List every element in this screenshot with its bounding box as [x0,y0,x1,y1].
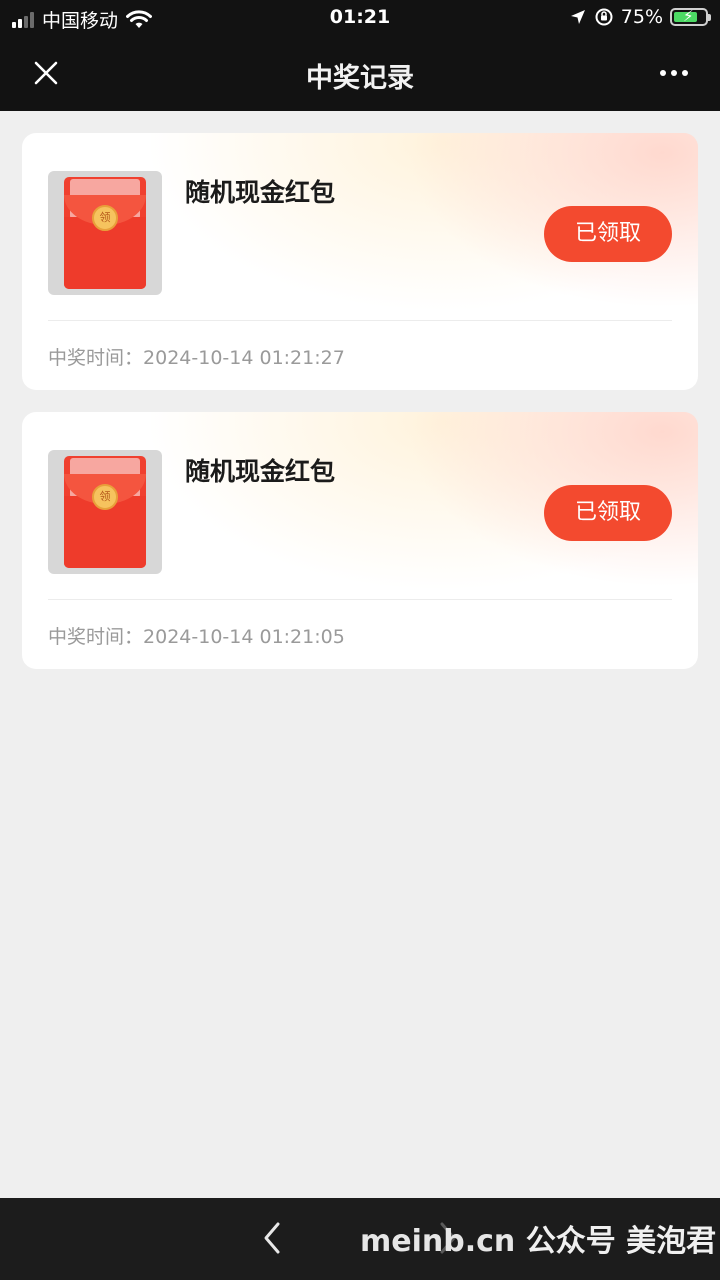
location-icon [570,10,585,24]
prize-time-value: 2024-10-14 01:21:05 [143,626,345,648]
prize-time-label: 中奖时间： [48,626,144,648]
prize-time: 中奖时间：2024-10-14 01:21:05 [48,622,345,649]
battery-icon: ⚡ [670,7,711,26]
red-envelope-icon: 领 [64,456,146,568]
prize-record-card: 领 随机现金红包 已领取 中奖时间：2024-10-14 01:21:27 [22,133,698,390]
bottom-toolbar: meinb.cn 公众号 美泡君 [0,1198,720,1280]
status-bar: 中国移动 01:21 75% ⚡ [0,0,720,36]
prize-record-list: 领 随机现金红包 已领取 中奖时间：2024-10-14 01:21:27 领 … [22,133,698,691]
chevron-left-icon [264,1222,280,1254]
divider [48,320,672,321]
watermark-text: 公众号 美泡君 [525,1224,717,1259]
watermark: meinb.cn 公众号 美泡君 [360,1216,716,1260]
prize-title: 随机现金红包 [185,457,336,486]
prize-time-label: 中奖时间： [48,347,144,369]
prize-time: 中奖时间：2024-10-14 01:21:27 [48,343,345,370]
nav-bar: 中奖记录 [0,36,720,111]
envelope-seal: 领 [92,205,118,231]
red-envelope-thumbnail: 领 [48,450,162,574]
claimed-button[interactable]: 已领取 [544,485,672,541]
page-title: 中奖记录 [306,63,414,94]
watermark-site: meinb.cn [360,1224,516,1259]
prize-record-card: 领 随机现金红包 已领取 中奖时间：2024-10-14 01:21:05 [22,412,698,669]
more-icon [660,70,666,76]
red-envelope-thumbnail: 领 [48,171,162,295]
back-button[interactable] [258,1220,288,1256]
more-button[interactable] [654,53,694,93]
battery-percent: 75% [620,6,663,28]
prize-title: 随机现金红包 [185,178,336,207]
divider [48,599,672,600]
claimed-button[interactable]: 已领取 [544,206,672,262]
prize-time-value: 2024-10-14 01:21:27 [143,347,345,369]
charging-bolt-icon: ⚡ [683,7,694,25]
orientation-lock-icon [595,8,613,26]
envelope-seal: 领 [92,484,118,510]
status-right: 75% ⚡ [569,6,711,28]
red-envelope-icon: 领 [64,177,146,289]
